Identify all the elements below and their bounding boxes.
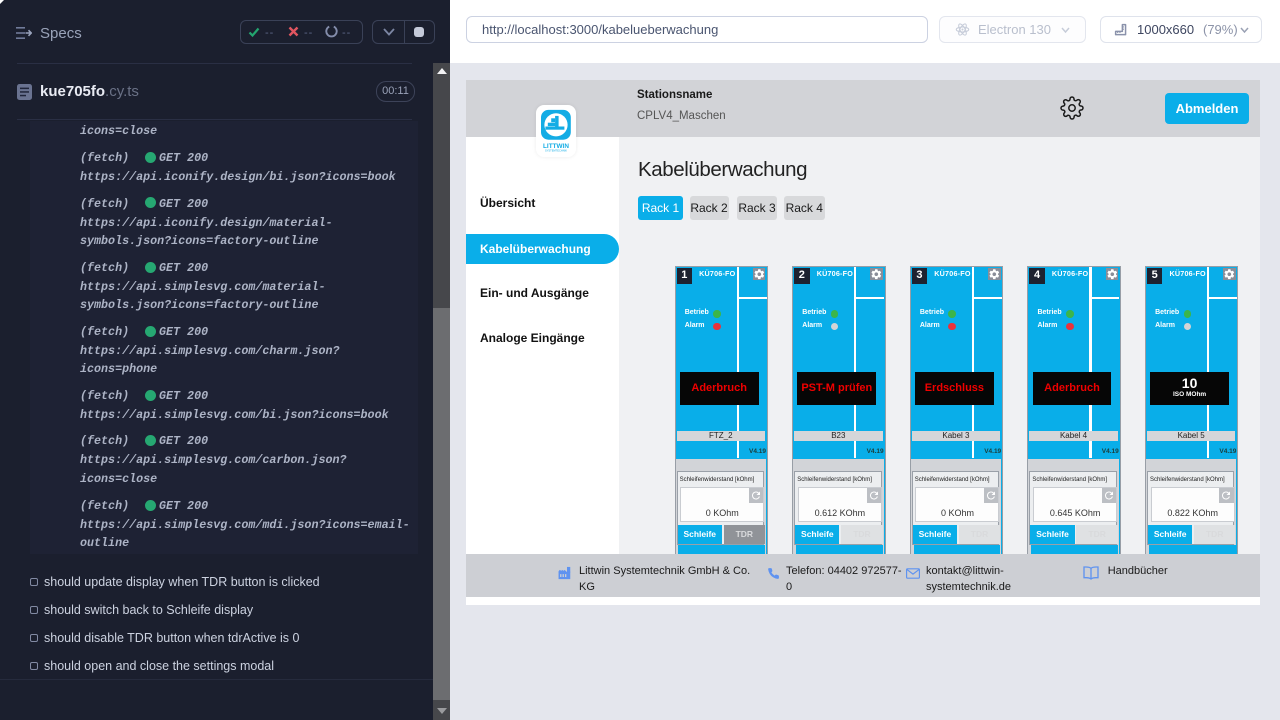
svg-text:SYSTEMTECHNIK: SYSTEMTECHNIK — [545, 149, 567, 153]
